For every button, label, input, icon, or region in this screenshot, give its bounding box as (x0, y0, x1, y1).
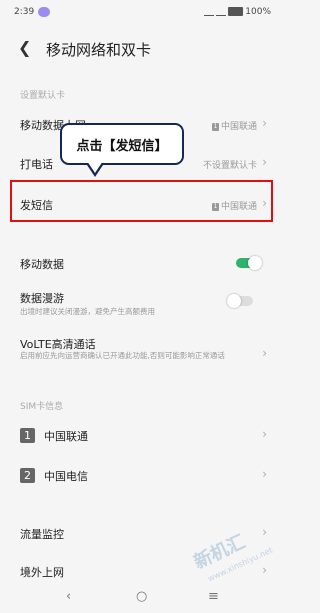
row-label: 数据漫游 (20, 292, 64, 305)
row-label: 中国联通 (44, 430, 88, 443)
switch-knob (227, 294, 241, 308)
nav-back-icon[interactable]: ‹ (66, 589, 71, 604)
roaming-switch[interactable] (227, 294, 253, 308)
chevron-right-icon: › (262, 525, 267, 539)
page-title: 移动网络和双卡 (46, 41, 152, 59)
status-indicators: 100% (204, 7, 271, 17)
signal-icon (204, 7, 215, 16)
chevron-right-icon: › (262, 155, 267, 169)
row-description: 出境时建议关闭漫游，避免产生高额费用 (20, 307, 155, 316)
row-description: 启用前应先向运营商确认已开通此功能,否则可能影响正常通话 (20, 351, 225, 360)
chevron-right-icon: › (262, 427, 267, 441)
status-time: 2:39 (14, 7, 35, 17)
row-label: 打电话 (20, 158, 53, 171)
chevron-right-icon: › (262, 346, 267, 360)
callout-pointer-fill (87, 161, 103, 173)
row-value: 1 中国联通 (211, 122, 257, 132)
callout-text: 点击【发短信】 (76, 139, 168, 154)
nav-menu-icon[interactable]: ≡ (208, 589, 219, 604)
highlight-box (10, 180, 273, 222)
row-label: 境外上网 (20, 566, 64, 579)
sim1-icon: 1 (20, 428, 35, 443)
notification-icon (38, 7, 50, 17)
switch-knob (248, 256, 262, 270)
sim2-icon: 2 (20, 468, 35, 483)
battery-icon (228, 7, 244, 16)
row-label: 移动数据 (20, 258, 64, 271)
row-sim2[interactable]: 2 中国电信 › (0, 458, 283, 494)
row-sim1[interactable]: 1 中国联通 › (0, 418, 283, 454)
section-default-card: 设置默认卡 (20, 91, 66, 101)
navigation-bar: ‹ ○ ≡ (0, 583, 283, 613)
mobile-data-switch[interactable] (236, 256, 262, 270)
chevron-right-icon: › (262, 116, 267, 130)
chevron-right-icon: › (262, 467, 267, 481)
row-value: 不设置默认卡 (202, 161, 257, 171)
row-data-roaming: 数据漫游 出境时建议关闭漫游，避免产生高额费用 (0, 286, 283, 326)
section-sim-info: SIM卡信息 (20, 402, 64, 412)
battery-level: 100% (245, 7, 271, 17)
row-volte[interactable]: VoLTE高清通话 启用前应先向运营商确认已开通此功能,否则可能影响正常通话 › (0, 332, 283, 380)
status-bar: 2:39 100% (0, 0, 283, 26)
chevron-right-icon: › (262, 563, 267, 577)
row-mobile-data-toggle: 移动数据 (0, 248, 283, 278)
sim-card-icon: 1 (211, 122, 219, 131)
instruction-callout: 点击【发短信】 (60, 123, 184, 165)
row-label: 流量监控 (20, 528, 64, 541)
back-arrow-icon[interactable]: ❮ (18, 38, 31, 57)
nav-home-icon[interactable]: ○ (136, 589, 147, 604)
signal-icon-2 (216, 7, 227, 16)
row-label: 中国电信 (44, 470, 88, 483)
